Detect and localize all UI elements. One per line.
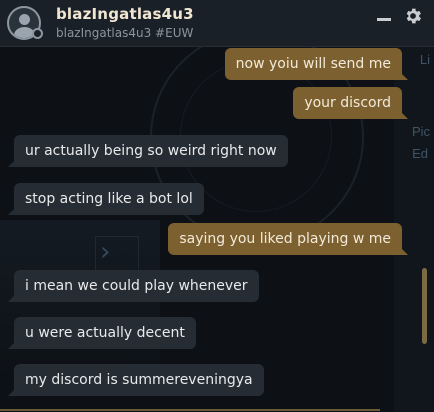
message-list[interactable]: now yoiu will send me your discord ur ac…	[0, 46, 434, 412]
message-incoming: my discord is summereveningya	[8, 364, 264, 396]
minimize-icon[interactable]	[377, 18, 391, 21]
message-outgoing: your discord	[293, 87, 408, 119]
contact-riot-id: blazIngatlas4u3 #EUW	[56, 26, 194, 40]
scrollbar-thumb[interactable]	[422, 268, 427, 344]
message-incoming: stop acting like a bot lol	[8, 183, 204, 215]
message-outgoing: saying you liked playing w me	[168, 223, 408, 255]
status-indicator	[32, 28, 43, 39]
gear-icon[interactable]	[403, 6, 423, 26]
contact-name: blazIngatlas4u3	[56, 5, 194, 23]
message-incoming: ur actually being so weird right now	[8, 135, 288, 167]
message-incoming: i mean we could play whenever	[8, 270, 259, 302]
input-divider	[0, 409, 380, 411]
message-outgoing: now yoiu will send me	[224, 48, 409, 80]
chat-header: blazIngatlas4u3 blazIngatlas4u3 #EUW	[0, 0, 434, 47]
message-incoming: u were actually decent	[8, 317, 196, 349]
